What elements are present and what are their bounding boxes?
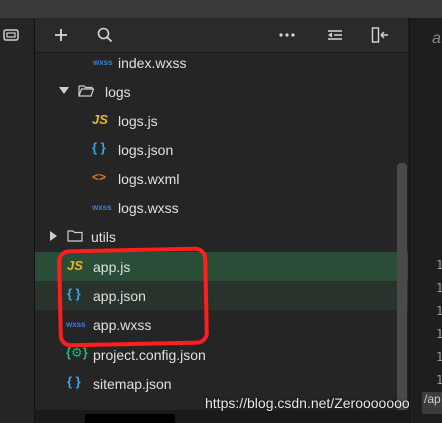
line-number: 1 (436, 327, 442, 341)
tree-item-label: sitemap.json (93, 376, 172, 392)
tree-item-label: project.config.json (93, 347, 206, 363)
folder-icon (67, 230, 83, 242)
title-strip (0, 0, 442, 18)
line-number: 1 (436, 258, 442, 272)
file-tree: wxss index.wxss logs JS logs.js { } logs… (35, 52, 408, 423)
file-explorer: wxss index.wxss logs JS logs.js { } logs… (35, 18, 408, 423)
chevron-right-icon[interactable] (50, 231, 57, 241)
line-number: 1 (436, 281, 442, 295)
annotation-highlight (56, 246, 210, 348)
tree-item-logs-wxml[interactable]: <> logs.wxml (35, 164, 408, 193)
tree-item-sitemap-json[interactable]: { } sitemap.json (35, 369, 408, 398)
status-block (85, 414, 175, 423)
tree-item-index-wxss[interactable]: wxss index.wxss (35, 48, 408, 77)
editor-tab-label[interactable]: a (432, 30, 441, 48)
split-icon[interactable] (371, 26, 389, 44)
chevron-down-icon[interactable] (59, 87, 69, 94)
line-number: 1 (436, 350, 442, 364)
tree-item-label: logs.wxss (118, 200, 179, 216)
wxss-icon: wxss (93, 58, 113, 67)
line-number: 1 (436, 373, 442, 387)
tree-item-logs-folder[interactable]: logs (35, 77, 408, 106)
ide-window: wxss index.wxss logs JS logs.js { } logs… (0, 0, 442, 423)
vertical-scrollbar[interactable] (397, 163, 407, 423)
tree-item-label: logs.json (118, 142, 174, 158)
tree-item-logs-wxss[interactable]: wxss logs.wxss (35, 193, 408, 222)
activity-panel (0, 18, 35, 423)
config-icon: {⚙} (66, 345, 88, 360)
watermark: https://blog.csdn.net/Zerooooooo (205, 395, 410, 411)
tree-item-logs-js[interactable]: JS logs.js (35, 106, 408, 135)
editor-pane: a 1 1 1 1 1 1 /ap (409, 18, 442, 423)
js-icon: JS (92, 112, 108, 127)
wxss-icon: wxss (92, 203, 112, 212)
status-strip (35, 410, 408, 423)
tree-item-label: logs.js (118, 113, 158, 129)
path-bar: /ap (422, 392, 442, 414)
open-folder-icon (78, 85, 94, 97)
tree-item-label: index.wxss (118, 55, 187, 71)
tree-item-label: logs (105, 84, 131, 100)
json-icon: { } (67, 374, 81, 389)
collapse-icon[interactable] (326, 26, 344, 44)
tree-item-label: logs.wxml (118, 171, 180, 187)
tree-item-utils-folder[interactable]: utils (35, 222, 408, 251)
window-icon[interactable] (3, 29, 19, 41)
more-icon[interactable] (278, 26, 296, 44)
search-icon[interactable] (96, 26, 114, 44)
tree-item-logs-json[interactable]: { } logs.json (35, 135, 408, 164)
line-number: 1 (436, 304, 442, 318)
wxml-icon: <> (92, 170, 107, 184)
add-icon[interactable] (52, 26, 70, 44)
tree-item-label: utils (91, 229, 116, 245)
json-icon: { } (92, 140, 106, 155)
